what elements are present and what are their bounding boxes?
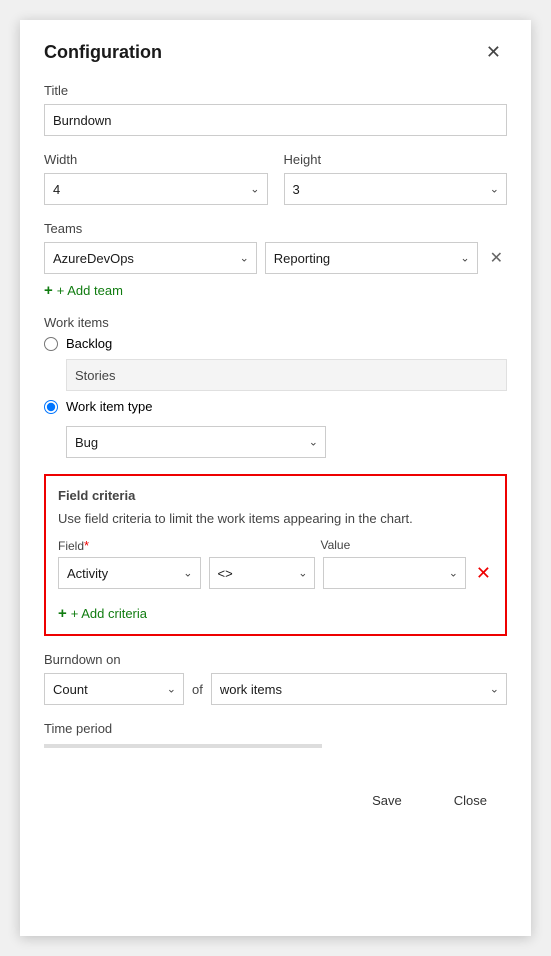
teams-label: Teams [44,221,507,236]
work-items-section: Work items Backlog Work item type Bug Ep… [44,315,507,458]
add-team-icon: + [44,282,53,299]
criteria-field-column-label: Field* [58,538,197,553]
burndown-count-select[interactable]: Count Sum [44,673,184,705]
title-section: Title [44,83,507,136]
team1-select[interactable]: AzureDevOps Contoso [44,242,257,274]
add-criteria-button[interactable]: + + Add criteria [58,605,147,622]
time-period-label: Time period [44,721,507,736]
backlog-input [66,359,507,391]
work-item-type-inner-wrapper: Bug Epic Feature Task User Story ⌄ [66,426,326,458]
height-section: Height 1 2 3 4 5 6 ⌄ [284,152,508,205]
burndown-row: Count Sum ⌄ of work items story points e… [44,673,507,705]
save-button[interactable]: Save [352,784,422,816]
field-criteria-desc: Use field criteria to limit the work ite… [58,511,493,526]
work-items-radio-group: Backlog Work item type Bug Epic Feature … [44,336,507,458]
height-select-wrapper: 1 2 3 4 5 6 ⌄ [284,173,508,205]
width-height-section: Width 1 2 3 4 5 6 ⌄ Height 1 2 3 [44,152,507,205]
field-criteria-title: Field criteria [58,488,493,503]
backlog-radio[interactable] [44,337,58,351]
criteria-labels-row: Field* Value [58,538,493,553]
work-item-type-radio-label: Work item type [66,399,152,414]
work-items-label: Work items [44,315,507,330]
criteria-row: Activity Priority State Tags ⌄ <> = < > … [58,557,493,589]
width-select-wrapper: 1 2 3 4 5 6 ⌄ [44,173,268,205]
teams-section: Teams AzureDevOps Contoso ⌄ Reporting Co… [44,221,507,299]
backlog-input-wrapper [66,359,507,391]
criteria-action-spacer [467,538,493,553]
width-select[interactable]: 1 2 3 4 5 6 [44,173,268,205]
criteria-value-select[interactable] [323,557,466,589]
burndown-of-label: of [192,682,203,697]
criteria-field-select[interactable]: Activity Priority State Tags [58,557,201,589]
time-period-section: Time period [44,721,507,748]
dialog-footer: Save Close [44,772,507,816]
dialog-title: Configuration [44,42,162,63]
remove-team-button[interactable]: ✕ [486,248,507,268]
burndown-on-label: Burndown on [44,652,507,667]
work-item-type-select-wrapper: Bug Epic Feature Task User Story ⌄ [66,426,326,458]
burndown-work-items-select[interactable]: work items story points effort [211,673,507,705]
add-team-button[interactable]: + + Add team [44,282,123,299]
required-star: * [84,538,89,553]
criteria-op-column-label [205,538,309,553]
width-section: Width 1 2 3 4 5 6 ⌄ [44,152,268,205]
teams-row: AzureDevOps Contoso ⌄ Reporting Contoso … [44,242,507,274]
team1-select-wrapper: AzureDevOps Contoso ⌄ [44,242,257,274]
criteria-field-select-wrapper: Activity Priority State Tags ⌄ [58,557,201,589]
configuration-dialog: Configuration ✕ Title Width 1 2 3 4 5 6 … [20,20,531,936]
criteria-op-select-wrapper: <> = < > <= >= ⌄ [209,557,316,589]
criteria-value-select-wrapper: ⌄ [323,557,466,589]
add-criteria-label: + Add criteria [71,606,147,621]
team2-select-wrapper: Reporting Contoso ⌄ [265,242,478,274]
criteria-value-column-label: Value [316,538,459,553]
burndown-work-items-select-wrapper: work items story points effort ⌄ [211,673,507,705]
dialog-close-button[interactable]: ✕ [480,40,507,65]
burndown-section: Burndown on Count Sum ⌄ of work items st… [44,652,507,705]
time-period-bar [44,744,322,748]
width-label: Width [44,152,268,167]
title-label: Title [44,83,507,98]
close-button[interactable]: Close [434,784,507,816]
remove-criteria-button[interactable]: ✕ [474,563,493,584]
burndown-count-select-wrapper: Count Sum ⌄ [44,673,184,705]
field-criteria-box: Field criteria Use field criteria to lim… [44,474,507,636]
height-label: Height [284,152,508,167]
backlog-radio-label: Backlog [66,336,112,351]
dialog-header: Configuration ✕ [44,40,507,65]
work-item-type-radio[interactable] [44,400,58,414]
work-item-type-option: Work item type [44,399,507,414]
backlog-option: Backlog [44,336,507,351]
team2-select[interactable]: Reporting Contoso [265,242,478,274]
title-input[interactable] [44,104,507,136]
criteria-op-select[interactable]: <> = < > <= >= [209,557,316,589]
height-select[interactable]: 1 2 3 4 5 6 [284,173,508,205]
add-team-label: + Add team [57,283,123,298]
work-item-type-select[interactable]: Bug Epic Feature Task User Story [66,426,326,458]
add-criteria-icon: + [58,605,67,622]
